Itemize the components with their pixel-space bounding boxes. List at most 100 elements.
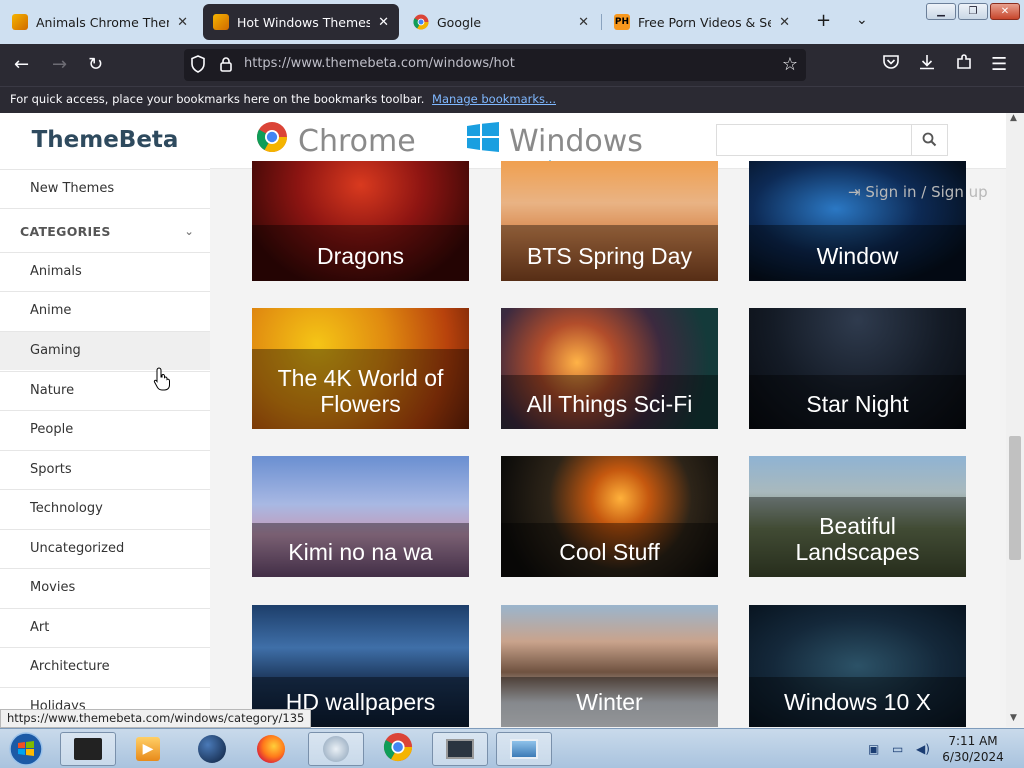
bookmarks-toolbar: For quick access, place your bookmarks h…: [0, 86, 1024, 113]
site-logo[interactable]: ThemeBeta: [0, 113, 210, 169]
search-input[interactable]: [716, 124, 912, 156]
monitor-icon: [446, 739, 474, 759]
sidebar-item-new-themes[interactable]: New Themes: [0, 169, 210, 208]
minimize-window-button[interactable]: ▁: [926, 3, 956, 20]
tab-hot-windows-themes[interactable]: Hot Windows Themes all - ✕: [203, 4, 399, 40]
new-tab-plus-icon[interactable]: +: [816, 10, 831, 31]
theme-card-windows-10-x[interactable]: Windows 10 X: [749, 605, 966, 727]
extensions-puzzle-icon[interactable]: [955, 53, 973, 77]
categories-header[interactable]: CATEGORIES ⌄: [0, 208, 210, 254]
theme-card-bts-spring-day[interactable]: BTS Spring Day: [501, 161, 718, 281]
tray-volume-icon[interactable]: ◀): [916, 742, 930, 756]
theme-title: BTS Spring Day: [527, 243, 692, 269]
taskbar-app-monitor[interactable]: [432, 732, 488, 766]
clock-time: 7:11 AM: [948, 734, 998, 748]
scrollbar-thumb[interactable]: [1009, 436, 1021, 560]
google-chrome-favicon-icon: [413, 14, 429, 30]
theme-card-beatiful-landscapes[interactable]: Beatiful Landscapes: [749, 456, 966, 577]
theme-title: Dragons: [317, 243, 404, 269]
theme-title: The 4K World of Flowers: [277, 365, 444, 417]
forward-arrow-icon[interactable]: →: [52, 54, 67, 76]
theme-card-all-things-sci-fi[interactable]: All Things Sci-Fi: [501, 308, 718, 429]
taskbar-chrome[interactable]: [370, 732, 426, 766]
theme-card-cool-stuff[interactable]: Cool Stuff: [501, 456, 718, 577]
theme-title: Windows 10 X: [783, 689, 931, 715]
search-button[interactable]: [912, 124, 948, 156]
theme-card-window[interactable]: Window: [749, 161, 966, 281]
back-arrow-icon[interactable]: ←: [14, 54, 29, 76]
taskbar-app-picture[interactable]: [496, 732, 552, 766]
tab-animals-chrome-themes[interactable]: Animals Chrome Themes - ✕: [2, 4, 198, 40]
scroll-up-arrow-icon[interactable]: ▲: [1010, 113, 1017, 123]
themebeta-favicon-icon: [12, 14, 28, 30]
nav-chrome-label: Chrome: [298, 123, 416, 159]
bookmark-star-icon[interactable]: ☆: [782, 54, 798, 75]
clock-date: 6/30/2024: [942, 750, 1004, 764]
lock-icon[interactable]: [219, 56, 233, 76]
windows-logo-icon: [467, 122, 499, 160]
reload-icon[interactable]: ↻: [88, 54, 103, 76]
tray-display-icon[interactable]: ▭: [892, 742, 903, 756]
downloads-icon[interactable]: [918, 53, 936, 77]
bookmarks-hint-text: For quick access, place your bookmarks h…: [10, 92, 425, 106]
sidebar-item-gaming[interactable]: Gaming: [0, 331, 210, 370]
theme-card-kimi-no-na-wa[interactable]: Kimi no na wa: [252, 456, 469, 577]
tab-title: Animals Chrome Themes -: [36, 14, 169, 30]
sidebar-item-animals[interactable]: Animals: [0, 252, 210, 291]
tab-google[interactable]: Google ✕: [403, 4, 599, 40]
taskbar-media-player[interactable]: ▶: [120, 732, 176, 766]
theme-card-4k-world-of-flowers[interactable]: The 4K World of Flowers: [252, 308, 469, 429]
sidebar-item-people[interactable]: People: [0, 410, 210, 449]
page-scrollbar[interactable]: ▲ ▼: [1006, 113, 1024, 727]
sidebar-item-nature[interactable]: Nature: [0, 371, 210, 410]
sidebar-item-uncategorized[interactable]: Uncategorized: [0, 529, 210, 568]
theme-card-winter[interactable]: Winter: [501, 605, 718, 727]
scroll-down-arrow-icon[interactable]: ▼: [1010, 713, 1017, 723]
tab-title: Free Porn Videos & Sex Mo: [638, 14, 772, 30]
sidebar-item-anime[interactable]: Anime: [0, 291, 210, 330]
tab-close-icon[interactable]: ✕: [779, 15, 790, 30]
hamburger-menu-icon[interactable]: ☰: [991, 54, 1007, 76]
tab-close-icon[interactable]: ✕: [578, 15, 589, 30]
list-all-tabs-chevron-icon[interactable]: ⌄: [856, 12, 868, 28]
sidebar-item-sports[interactable]: Sports: [0, 450, 210, 489]
sign-in-text: Sign in / Sign up: [865, 183, 988, 201]
taskbar-app-files[interactable]: [308, 732, 364, 766]
tab-title: Google: [437, 14, 482, 30]
system-clock[interactable]: 7:11 AM 6/30/2024: [940, 733, 1006, 765]
web-page: ThemeBeta New Themes CATEGORIES ⌄ Animal…: [0, 113, 1024, 727]
browser-nav-bar: ← → ↻ https://www.themebeta.com/windows/…: [0, 44, 1024, 86]
shield-icon[interactable]: [190, 55, 206, 77]
taskbar-app-generic[interactable]: [60, 732, 116, 766]
sidebar: ThemeBeta New Themes CATEGORIES ⌄ Animal…: [0, 113, 210, 727]
sign-in-link[interactable]: ⇥ Sign in / Sign up: [848, 183, 988, 201]
theme-title: Beatiful Landscapes: [795, 513, 920, 565]
start-button[interactable]: [2, 732, 50, 766]
theme-card-dragons[interactable]: Dragons: [252, 161, 469, 281]
sidebar-item-art[interactable]: Art: [0, 608, 210, 647]
tab-close-icon[interactable]: ✕: [177, 15, 188, 30]
pocket-icon[interactable]: [882, 53, 900, 77]
taskbar-globe-app[interactable]: [184, 732, 240, 766]
address-bar[interactable]: https://www.themebeta.com/windows/hot ☆: [184, 49, 806, 81]
nav-windows[interactable]: Windows: [467, 122, 643, 160]
tab-close-icon[interactable]: ✕: [378, 15, 389, 30]
tab-free-porn-videos[interactable]: PH Free Porn Videos & Sex Mo ✕: [604, 4, 800, 40]
manage-bookmarks-link[interactable]: Manage bookmarks...: [432, 92, 556, 106]
sidebar-item-technology[interactable]: Technology: [0, 489, 210, 528]
app-icon: [323, 736, 349, 762]
tab-separator: [601, 14, 602, 30]
tray-network-icon[interactable]: ▣: [868, 742, 879, 756]
theme-card-star-night[interactable]: Star Night: [749, 308, 966, 429]
app-window-icon: [74, 738, 102, 760]
windows-taskbar: ▶ ▣ ▭ ◀) 7:11 AM 6/30/2024: [0, 728, 1024, 768]
sidebar-item-architecture[interactable]: Architecture: [0, 647, 210, 686]
restore-window-button[interactable]: ❐: [958, 3, 988, 20]
sidebar-item-movies[interactable]: Movies: [0, 568, 210, 607]
nav-chrome[interactable]: Chrome: [256, 122, 416, 159]
close-window-button[interactable]: ✕: [990, 3, 1020, 20]
theme-title: Kimi no na wa: [288, 539, 433, 565]
picture-icon: [510, 739, 538, 759]
link-status-url: https://www.themebeta.com/windows/catego…: [0, 709, 312, 728]
taskbar-firefox[interactable]: [243, 732, 299, 766]
